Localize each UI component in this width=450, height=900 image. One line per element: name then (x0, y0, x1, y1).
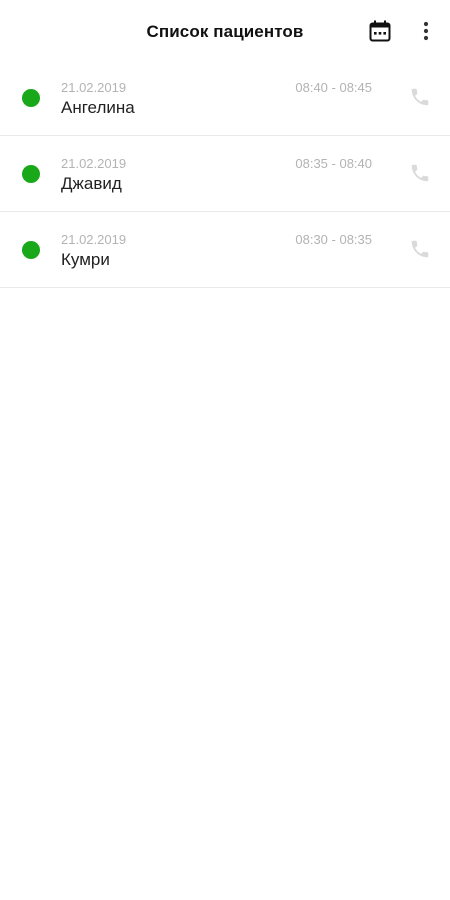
appointment-time: 08:40 - 08:45 (295, 80, 372, 95)
patient-row[interactable]: 21.02.2019 08:30 - 08:35 Кумри (0, 212, 450, 288)
patient-row[interactable]: 21.02.2019 08:40 - 08:45 Ангелина (0, 60, 450, 136)
status-indicator (22, 89, 40, 107)
status-indicator (22, 241, 40, 259)
appointment-date: 21.02.2019 (61, 156, 127, 171)
appointment-time: 08:30 - 08:35 (295, 232, 372, 247)
appointment-time: 08:35 - 08:40 (295, 156, 372, 171)
more-vert-icon (423, 21, 429, 41)
call-button[interactable] (407, 160, 433, 186)
calendar-icon (369, 20, 391, 42)
appointment-date: 21.02.2019 (61, 80, 127, 95)
patient-name: Кумри (61, 250, 110, 269)
app-bar: Список пациентов (0, 0, 450, 60)
phone-icon (411, 164, 429, 182)
call-button[interactable] (407, 84, 433, 110)
appointment-date: 21.02.2019 (61, 232, 127, 247)
patient-row[interactable]: 21.02.2019 08:35 - 08:40 Джавид (0, 136, 450, 212)
patient-name: Джавид (61, 174, 122, 193)
patient-name: Ангелина (61, 98, 135, 117)
patient-list: 21.02.2019 08:40 - 08:45 Ангелина 21.02.… (0, 60, 450, 288)
calendar-button[interactable] (367, 18, 393, 44)
more-options-button[interactable] (414, 18, 438, 44)
call-button[interactable] (407, 236, 433, 262)
phone-icon (411, 240, 429, 258)
status-indicator (22, 165, 40, 183)
phone-icon (411, 88, 429, 106)
